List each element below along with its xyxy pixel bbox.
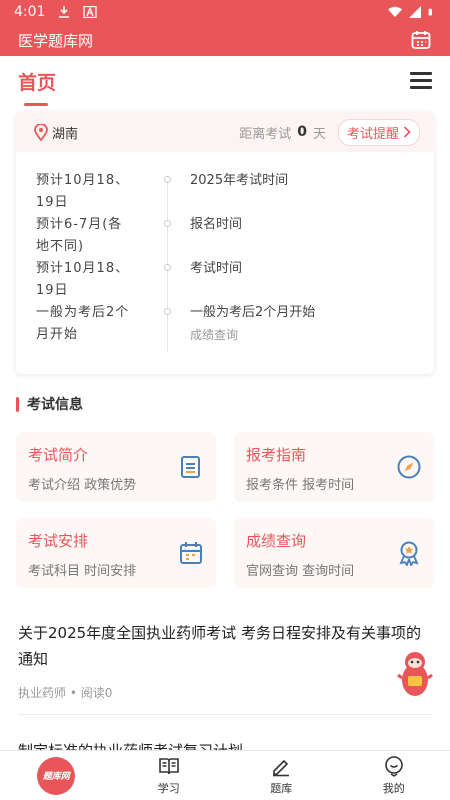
exam-schedule-timeline: 预计10月18、19日 2025年考试时间 预计6-7月(各地不同) 报名时间 … (16, 152, 434, 352)
battery-icon (428, 8, 432, 16)
tile-score-query[interactable]: 成绩查询 官网查询 查询时间 (234, 518, 434, 588)
article-title: 关于2025年度全国执业药师考试 考务日程安排及有关事项的通知 (18, 624, 421, 668)
tab-home[interactable]: 首页 (18, 68, 56, 95)
calendar-icon (180, 542, 202, 564)
timeline-event: 考试时间 (190, 261, 243, 276)
timeline-date: 预计6-7月(各地不同) (36, 217, 123, 254)
tile-title: 考试简介 (28, 446, 89, 464)
app-bar: 医学题库网 (0, 24, 450, 56)
nav-question-bank[interactable]: 题库 (225, 751, 338, 800)
timeline-event: 一般为考后2个月开始 (190, 305, 316, 320)
section-accent-bar (16, 396, 19, 412)
tile-exam-intro[interactable]: 考试简介 考试介绍 政策优势 (16, 432, 216, 502)
meta-separator: • (69, 686, 81, 700)
tile-title: 考试安排 (28, 532, 89, 550)
tile-subtitle: 考试科目 时间安排 (28, 564, 137, 579)
article-category: 执业药师 (18, 686, 67, 700)
countdown-unit: 天 (312, 126, 326, 142)
exam-reminder-label: 考试提醒 (346, 126, 399, 142)
nav-study[interactable]: 学习 (113, 751, 226, 800)
status-bar: 4:01 (0, 0, 450, 24)
tile-subtitle: 考试介绍 政策优势 (28, 478, 137, 493)
exam-card-header: 湖南 距离考试 0 天 考试提醒 (16, 112, 434, 152)
compass-icon (397, 455, 421, 479)
pencil-icon (273, 759, 290, 777)
app-logo: 题库网 (37, 756, 76, 795)
signal-icon (409, 6, 421, 18)
nav-profile[interactable]: 我的 (338, 751, 450, 800)
profile-icon (384, 756, 403, 777)
nav-study-label: 学习 (157, 782, 180, 795)
bottom-nav: 题库网 学习 题库 我的 (0, 750, 450, 800)
timeline-row: 预计6-7月(各地不同) 报名时间 (16, 214, 434, 258)
document-icon (181, 456, 200, 478)
timeline-date: 一般为考后2个月开始 (36, 305, 130, 342)
timeline-event-group: 一般为考后2个月开始 成绩查询 (190, 302, 315, 346)
tile-exam-guide[interactable]: 报考指南 报考条件 报考时间 (234, 432, 434, 502)
article-reads: 阅读0 (80, 686, 113, 700)
mascot-icon[interactable] (396, 650, 434, 698)
nav-profile-label: 我的 (382, 782, 405, 795)
chevron-right-icon (403, 126, 411, 138)
location-pin-icon (34, 123, 48, 141)
status-time: 4:01 (14, 4, 46, 20)
timeline-dot (164, 264, 171, 271)
article-item[interactable]: 关于2025年度全国执业药师考试 考务日程安排及有关事项的通知 执业药师 • 阅… (18, 620, 432, 701)
tab-home-indicator (24, 103, 48, 106)
timeline-event-sub: 成绩查询 (190, 328, 239, 342)
timeline-dot (164, 220, 171, 227)
countdown-label: 距离考试 (239, 126, 292, 142)
tile-title: 成绩查询 (246, 532, 307, 550)
timeline-event: 报名时间 (190, 217, 243, 232)
calendar-icon[interactable] (410, 29, 432, 51)
tile-subtitle: 官网查询 查询时间 (246, 564, 355, 579)
top-nav: 首页 (0, 56, 450, 110)
timeline-dot (164, 308, 171, 315)
nav-question-bank-label: 题库 (270, 782, 293, 795)
tile-subtitle: 报考条件 报考时间 (246, 478, 355, 493)
timeline-date: 预计10月18、19日 (36, 173, 130, 210)
tile-title: 报考指南 (246, 446, 307, 464)
app-title: 医学题库网 (18, 31, 94, 50)
location-label[interactable]: 湖南 (52, 123, 78, 142)
menu-icon[interactable] (410, 72, 432, 90)
font-icon (83, 6, 98, 18)
book-icon (158, 758, 179, 775)
timeline-dot (164, 176, 171, 183)
section-title: 考试信息 (27, 397, 83, 413)
timeline-row: 一般为考后2个月开始 一般为考后2个月开始 成绩查询 (16, 302, 434, 346)
timeline-date: 预计10月18、19日 (36, 261, 130, 298)
nav-home-logo[interactable]: 题库网 (0, 751, 113, 800)
timeline-row: 预计10月18、19日 2025年考试时间 (16, 170, 434, 214)
exam-countdown-card: 湖南 距离考试 0 天 考试提醒 预计10月18、19日 2025年考试时间 预… (16, 112, 434, 374)
timeline-event: 2025年考试时间 (190, 173, 289, 188)
timeline-row: 预计10月18、19日 考试时间 (16, 258, 434, 302)
article-meta: 执业药师 • 阅读0 (18, 684, 432, 701)
wifi-icon (388, 6, 402, 17)
award-icon (399, 541, 419, 566)
divider (18, 714, 432, 715)
countdown-days: 0 (297, 124, 307, 140)
exam-countdown: 距离考试 0 天 考试提醒 (239, 118, 420, 146)
download-icon (59, 6, 70, 18)
tile-exam-schedule[interactable]: 考试安排 考试科目 时间安排 (16, 518, 216, 588)
exam-reminder-button[interactable]: 考试提醒 (337, 118, 420, 146)
exam-info-section-header: 考试信息 (16, 394, 83, 414)
